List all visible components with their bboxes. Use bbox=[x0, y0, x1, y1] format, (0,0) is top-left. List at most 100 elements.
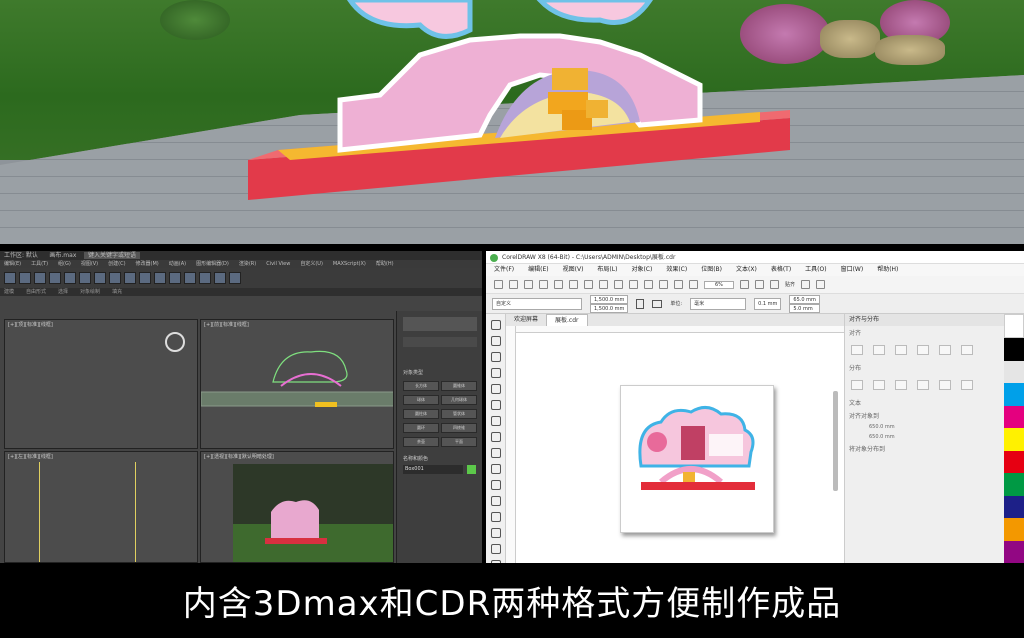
export-icon[interactable] bbox=[659, 280, 668, 289]
distribute-left-icon[interactable] bbox=[851, 380, 863, 390]
menu-item[interactable]: 图形编辑器(D) bbox=[196, 260, 229, 268]
drop-shadow-icon[interactable] bbox=[490, 512, 501, 522]
mirror-icon[interactable] bbox=[169, 272, 181, 284]
app-launcher-icon[interactable] bbox=[689, 280, 698, 289]
distribute-center-icon[interactable] bbox=[873, 380, 885, 390]
command-panel-tabs[interactable] bbox=[403, 317, 477, 331]
swatch-black[interactable] bbox=[1004, 338, 1024, 361]
drawing-canvas[interactable] bbox=[516, 333, 844, 563]
eyedropper-icon[interactable] bbox=[490, 544, 501, 554]
duplicate-x-field[interactable]: 65.0 mm bbox=[789, 294, 820, 304]
pyramid-button[interactable]: 四棱锥 bbox=[441, 423, 477, 433]
menu-item[interactable]: 效果(C) bbox=[666, 264, 687, 276]
vertical-ruler[interactable] bbox=[506, 326, 516, 563]
rulers-icon[interactable] bbox=[754, 280, 764, 289]
zoom-level[interactable]: 6% bbox=[704, 280, 734, 289]
menu-item[interactable]: 对象(C) bbox=[631, 264, 652, 276]
page-preset-select[interactable]: 自定义 bbox=[492, 297, 582, 310]
docker-section-align[interactable]: 对齐 bbox=[845, 326, 1004, 339]
text-tool-icon[interactable] bbox=[490, 464, 501, 474]
menu-item[interactable]: Civil View bbox=[266, 260, 290, 268]
nudge-field[interactable]: 0.1 mm bbox=[754, 297, 782, 310]
object-color-swatch[interactable] bbox=[467, 465, 476, 474]
portrait-icon[interactable] bbox=[636, 298, 645, 309]
save-icon[interactable] bbox=[524, 280, 533, 289]
viewport-top[interactable]: [+][顶][标准][线框] bbox=[4, 319, 198, 449]
geosphere-button[interactable]: 几何球体 bbox=[441, 395, 477, 405]
ribbon-tab[interactable]: 选择 bbox=[58, 288, 68, 296]
options-gear-icon[interactable] bbox=[800, 280, 810, 289]
viewport-label[interactable]: [+][顶][标准][线框] bbox=[8, 321, 53, 328]
align-top-icon[interactable] bbox=[917, 345, 929, 355]
cut-icon[interactable] bbox=[554, 280, 563, 289]
menu-item[interactable]: 文件(F) bbox=[494, 264, 514, 276]
workspace-select[interactable]: 工作区: 默认 bbox=[4, 252, 38, 259]
swatch-yellow[interactable] bbox=[1004, 428, 1024, 451]
swatch-red[interactable] bbox=[1004, 450, 1024, 474]
swatch-none[interactable] bbox=[1004, 314, 1024, 339]
shape-tool-icon[interactable] bbox=[490, 336, 501, 346]
swatch-cyan[interactable] bbox=[1004, 383, 1024, 406]
link-icon[interactable] bbox=[34, 272, 46, 284]
material-editor-icon[interactable] bbox=[199, 272, 211, 284]
search-field[interactable]: 键入关键字或短语 bbox=[84, 252, 141, 259]
cylinder-button[interactable]: 圆柱体 bbox=[403, 409, 439, 419]
undo-icon[interactable] bbox=[599, 280, 608, 289]
artistic-media-icon[interactable] bbox=[490, 400, 501, 410]
menu-item[interactable]: 表格(T) bbox=[771, 264, 791, 276]
new-doc-icon[interactable] bbox=[494, 280, 503, 289]
full-screen-icon[interactable] bbox=[739, 280, 749, 289]
distribute-middle-icon[interactable] bbox=[939, 380, 951, 390]
swatch-gray[interactable] bbox=[1004, 360, 1024, 384]
menu-item[interactable]: 视图(V) bbox=[81, 260, 98, 268]
rotate-icon[interactable] bbox=[109, 272, 121, 284]
duplicate-y-field[interactable]: 5.0 mm bbox=[789, 303, 820, 313]
redo-icon[interactable] bbox=[19, 272, 31, 284]
torus-button[interactable]: 圆环 bbox=[403, 423, 439, 433]
docker-section-distribute-to[interactable]: 将对象分布到 bbox=[845, 442, 1004, 455]
align-bottom-icon[interactable] bbox=[961, 345, 973, 355]
align-right-icon[interactable] bbox=[895, 345, 907, 355]
viewport-label[interactable]: [+][左][标准][线框] bbox=[8, 453, 53, 460]
unlink-icon[interactable] bbox=[49, 272, 61, 284]
tab-welcome[interactable]: 欢迎屏幕 bbox=[506, 314, 546, 326]
swatch-blue[interactable] bbox=[1004, 495, 1024, 519]
docker-section-align-to[interactable]: 对齐对象到 bbox=[845, 409, 1004, 422]
ellipse-tool-icon[interactable] bbox=[490, 432, 501, 442]
swatch-green[interactable] bbox=[1004, 473, 1024, 496]
menu-item[interactable]: 组(G) bbox=[58, 260, 71, 268]
pdf-icon[interactable] bbox=[674, 280, 683, 289]
menu-item[interactable]: MAXScript(X) bbox=[333, 260, 366, 268]
menu-item[interactable]: 窗口(W) bbox=[841, 264, 864, 276]
category-dropdown[interactable] bbox=[403, 337, 477, 347]
polygon-tool-icon[interactable] bbox=[490, 448, 501, 458]
zoom-tool-icon[interactable] bbox=[490, 368, 501, 378]
align-y-field[interactable]: 650.0 mm bbox=[845, 432, 1004, 442]
scale-icon[interactable] bbox=[124, 272, 136, 284]
grid-icon[interactable] bbox=[769, 280, 779, 289]
menu-item[interactable]: 工具(T) bbox=[31, 260, 48, 268]
tube-button[interactable]: 管状体 bbox=[441, 409, 477, 419]
menu-item[interactable]: 修改器(M) bbox=[136, 260, 159, 268]
menu-item[interactable]: 渲染(R) bbox=[239, 260, 256, 268]
paste-icon[interactable] bbox=[584, 280, 593, 289]
ribbon-tab[interactable]: 建模 bbox=[4, 288, 14, 296]
redo-icon[interactable] bbox=[614, 280, 623, 289]
render-icon[interactable] bbox=[229, 272, 241, 284]
menu-item[interactable]: 位图(B) bbox=[701, 264, 722, 276]
distribute-bottom-icon[interactable] bbox=[961, 380, 973, 390]
swatch-orange[interactable] bbox=[1004, 518, 1024, 541]
angle-snap-icon[interactable] bbox=[154, 272, 166, 284]
freehand-tool-icon[interactable] bbox=[490, 384, 501, 394]
ribbon-tab[interactable]: 填充 bbox=[112, 288, 122, 296]
ribbon-tab[interactable]: 对象绘制 bbox=[80, 288, 100, 296]
menu-item[interactable]: 视图(V) bbox=[563, 264, 584, 276]
menu-item[interactable]: 动画(A) bbox=[169, 260, 186, 268]
ribbon-tab[interactable]: 自由形式 bbox=[26, 288, 46, 296]
undo-icon[interactable] bbox=[4, 272, 16, 284]
viewport-front[interactable]: [+][前][标准][线框] bbox=[200, 319, 394, 449]
align-left-icon[interactable] bbox=[851, 345, 863, 355]
menu-item[interactable]: 帮助(H) bbox=[877, 264, 898, 276]
open-icon[interactable] bbox=[509, 280, 518, 289]
docker-section-distribute[interactable]: 分布 bbox=[845, 361, 1004, 374]
